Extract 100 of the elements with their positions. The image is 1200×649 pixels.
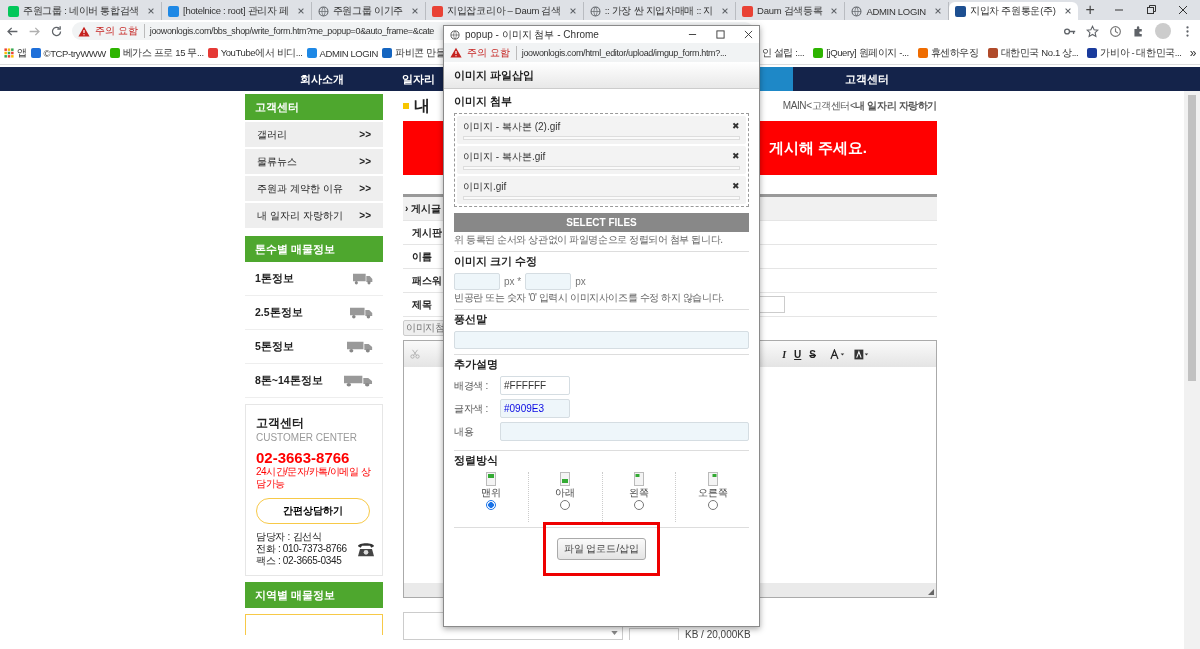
radio-button[interactable] xyxy=(707,500,718,510)
heading-square-icon xyxy=(403,103,409,109)
close-icon[interactable] xyxy=(830,7,839,15)
close-icon[interactable] xyxy=(744,30,753,39)
nav-menu-item[interactable]: 회사소개 xyxy=(300,71,344,87)
close-icon[interactable] xyxy=(721,7,730,15)
radio-label: 오른쪽 xyxy=(697,486,728,500)
contact-subtitle: CUSTOMER CENTER xyxy=(256,432,358,443)
select-files-button[interactable]: SELECT FILES xyxy=(454,213,749,232)
highlight-color-icon[interactable] xyxy=(854,348,870,360)
consult-button[interactable]: 간편상담하기 xyxy=(256,498,370,524)
sidebar-link[interactable]: 내 일자리 자랑하기 >> xyxy=(245,203,383,228)
url-text: joowonlogis.com/html_editor/upload/imgup_form.htm?... xyxy=(521,47,727,58)
sidebar-header: 톤수별 매물정보 xyxy=(245,236,383,262)
file-name: 이미지.gif xyxy=(463,180,507,193)
apps-grid-icon xyxy=(4,48,14,58)
sidebar-link[interactable]: 8톤~14톤정보 xyxy=(245,364,383,398)
sidebar-link[interactable]: 1톤정보 xyxy=(245,262,383,296)
site-favicon-icon xyxy=(306,48,317,58)
bookmark-item[interactable]: YouTube에서 비디... xyxy=(207,46,303,60)
help-text: 빈공란 또는 숫자 '0' 입력시 이미지사이즈를 수정 하지 않습니다. xyxy=(454,292,725,304)
site-favicon-icon xyxy=(742,5,754,17)
image-position-icon xyxy=(560,472,571,486)
nav-menu-item[interactable]: 고객센터 xyxy=(845,71,889,87)
site-favicon-icon xyxy=(168,5,180,17)
more-bookmarks-button[interactable]: » xyxy=(1189,46,1196,60)
service-hours: 24시간/문자/카톡/이메일 상담가능 xyxy=(256,466,372,490)
truck-icon xyxy=(344,374,373,387)
star-icon[interactable] xyxy=(1086,24,1099,38)
section-title: 이미지 첨부 xyxy=(454,95,513,109)
form-label: 패스워 xyxy=(412,273,442,288)
maximize-icon[interactable] xyxy=(716,30,725,39)
sidebar-link[interactable]: 갤러리 >> xyxy=(245,122,383,147)
bookmark-item[interactable]: 대한민국 No.1 상... xyxy=(987,46,1079,60)
format-button[interactable]: I xyxy=(782,348,787,360)
radio-button[interactable] xyxy=(485,500,496,510)
content-input[interactable] xyxy=(500,422,749,441)
bookmark-item[interactable]: 앱 xyxy=(4,46,27,60)
form-label: 게시판 xyxy=(412,225,442,240)
browser-tab[interactable]: 지입차 주원통운(주) xyxy=(948,2,1078,20)
nav-menu-item[interactable]: 일자리 xyxy=(402,71,435,87)
bookmark-item[interactable]: ©TCP-tryWWW xyxy=(30,46,106,60)
resize-grip-icon[interactable] xyxy=(928,589,934,595)
bookmark-item[interactable]: 베가스 프로 15 무... xyxy=(109,46,204,60)
remove-button[interactable]: ✖ xyxy=(732,120,740,133)
sidebar-link[interactable]: 2.5톤정보 xyxy=(245,296,383,330)
width-input[interactable] xyxy=(454,273,500,290)
color-input[interactable]: #0909E3 xyxy=(500,399,570,418)
site-favicon-icon xyxy=(987,48,998,58)
restore-icon[interactable] xyxy=(1146,5,1156,15)
field-label: 글자색 : xyxy=(454,401,490,416)
font-color-icon[interactable] xyxy=(830,348,846,360)
height-input[interactable] xyxy=(525,273,572,290)
bookmark-item[interactable]: [jQuery] 원페이지 -... xyxy=(813,46,909,60)
page-heading: 내 xyxy=(414,95,430,116)
close-icon[interactable] xyxy=(411,7,419,15)
dialog-title: 이미지 파일삽입 xyxy=(454,67,535,83)
sidebar-link[interactable]: 주원과 계약한 이유 >> xyxy=(245,176,383,201)
bookmark-item[interactable]: ADMIN LOGIN xyxy=(306,46,378,60)
field-label: 배경색 : xyxy=(454,378,490,393)
site-favicon-icon xyxy=(917,48,928,58)
globe-icon xyxy=(851,5,863,17)
telephone-icon xyxy=(356,540,376,558)
close-icon[interactable] xyxy=(1178,5,1188,15)
upload-button[interactable]: 파일 업로드/삽입 xyxy=(556,538,647,560)
bookmark-item[interactable]: 인 설립 :... xyxy=(762,46,805,60)
file-name: 이미지 - 복사본.gif xyxy=(463,150,546,163)
file-name: 이미지 - 복사본 (2).gif xyxy=(463,120,561,133)
close-icon[interactable] xyxy=(933,7,942,15)
contact-title: 고객센터 xyxy=(256,415,305,432)
size-input[interactable] xyxy=(629,628,679,640)
remove-button[interactable]: ✖ xyxy=(732,150,740,163)
site-favicon-icon xyxy=(30,48,41,58)
site-favicon-icon xyxy=(954,5,966,17)
phone-number: 02-3663-8766 xyxy=(256,449,351,466)
reload-icon[interactable] xyxy=(50,24,63,38)
scrollbar[interactable] xyxy=(1184,91,1200,649)
radio-button[interactable] xyxy=(560,500,571,510)
radio-button[interactable] xyxy=(633,500,644,510)
sidebar-link[interactable]: 물류뉴스 >> xyxy=(245,149,383,174)
sidebar-header: 지역별 매물정보 xyxy=(245,582,383,608)
close-icon[interactable] xyxy=(1063,7,1072,15)
bookmark-item[interactable]: 휴센하우징 xyxy=(917,46,979,60)
bookmark-item[interactable]: 가비아 - 대한민국... xyxy=(1087,46,1182,60)
close-icon[interactable] xyxy=(568,7,577,15)
format-button[interactable]: U xyxy=(794,348,802,360)
site-favicon-icon xyxy=(207,48,218,58)
file-drop-zone[interactable]: 이미지 - 복사본 (2).gif ✖ 이미지 - 복사본.gif ✖ 이미지.gif ✖ xyxy=(454,113,749,207)
format-button[interactable]: S xyxy=(809,348,816,360)
puzzle-icon[interactable] xyxy=(1132,24,1145,38)
close-icon[interactable] xyxy=(147,7,156,15)
close-icon[interactable] xyxy=(296,7,305,15)
clock-icon[interactable] xyxy=(1109,24,1122,38)
balloon-input[interactable] xyxy=(454,331,749,349)
remove-button[interactable]: ✖ xyxy=(732,180,740,193)
new-tab-button[interactable]: + xyxy=(1077,1,1103,19)
color-input[interactable]: #FFFFFF xyxy=(500,376,570,395)
sidebar-link[interactable]: 5톤정보 xyxy=(245,330,383,364)
section-title: 추가설명 xyxy=(454,358,499,372)
size-limit: KB / 20,000KB xyxy=(685,629,751,640)
